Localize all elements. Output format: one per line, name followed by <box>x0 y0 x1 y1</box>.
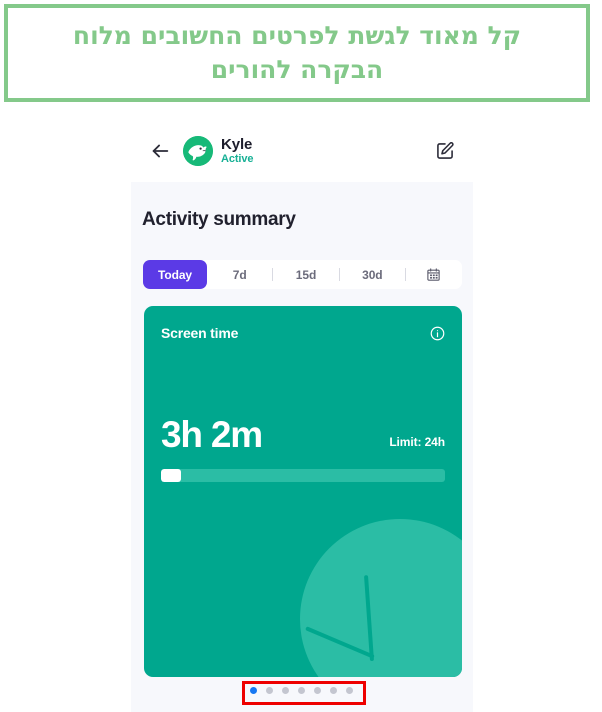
tab-15d[interactable]: 15d <box>273 260 338 289</box>
pagination-dot[interactable] <box>345 687 353 694</box>
screen-time-card[interactable]: Screen time 3h 2m Limit: 24h <box>144 306 462 677</box>
screen-time-progress-fill <box>161 469 181 482</box>
edit-pencil-icon[interactable] <box>435 141 455 161</box>
tab-today[interactable]: Today <box>143 260 207 289</box>
caption-line-2: הבקרה להורים <box>210 55 384 84</box>
caption-line-1: קל מאוד לגשת לפרטים החשובים מלוח <box>72 20 522 50</box>
pagination-dot[interactable] <box>329 687 337 694</box>
info-circle-icon[interactable] <box>430 326 445 341</box>
screen-time-progress-track <box>161 469 445 482</box>
pagination-dot[interactable] <box>313 687 321 694</box>
screen-time-value: 3h 2m <box>161 414 263 455</box>
pagination-dot[interactable] <box>249 687 257 694</box>
screen-time-title: Screen time <box>161 325 239 341</box>
calendar-icon[interactable] <box>406 267 462 282</box>
tab-30d[interactable]: 30d <box>340 260 405 289</box>
caption-banner: קל מאוד לגשת לפרטים החשובים מלוח הבקרה ל… <box>4 4 590 102</box>
activity-summary-title: Activity summary <box>142 209 296 230</box>
pagination-dot[interactable] <box>297 687 305 694</box>
profile-name: Kyle <box>221 136 253 153</box>
whale-avatar-icon[interactable] <box>183 136 213 166</box>
pagination-dot[interactable] <box>281 687 289 694</box>
profile-status: Active <box>221 153 254 165</box>
screen-time-value-row: 3h 2m Limit: 24h <box>161 416 445 453</box>
profile-info: Kyle Active <box>221 136 254 165</box>
clock-icon <box>300 519 462 677</box>
screen-time-limit: Limit: 24h <box>389 435 445 449</box>
tab-7d[interactable]: 7d <box>207 260 272 289</box>
pagination-dots-row <box>249 687 353 694</box>
caption-text: קל מאוד לגשת לפרטים החשובים מלוח הבקרה ל… <box>73 19 521 88</box>
pagination-dots <box>0 687 602 694</box>
arrow-left-icon[interactable] <box>149 140 171 162</box>
pagination-dot[interactable] <box>265 687 273 694</box>
app-header: Kyle Active <box>131 120 473 182</box>
screen-time-header: Screen time <box>161 325 445 341</box>
period-tabbar: Today 7d 15d 30d <box>143 260 462 289</box>
